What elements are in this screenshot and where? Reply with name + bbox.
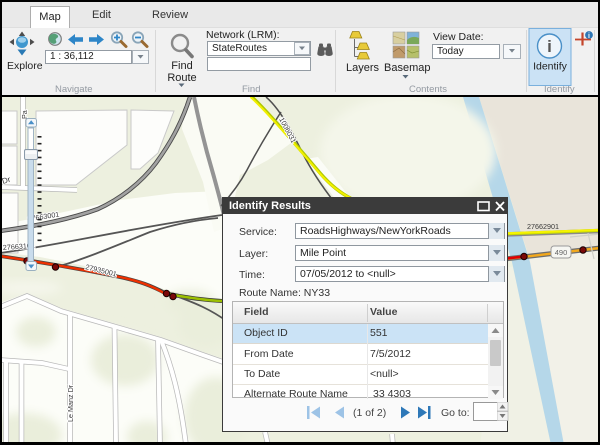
svg-text:i: i: [588, 33, 590, 40]
svg-text:Pa: Pa: [20, 110, 29, 119]
svg-text:Identify: Identify: [533, 61, 568, 73]
svg-text:Le Manz Dr: Le Manz Dr: [66, 384, 75, 422]
svg-text:490: 490: [555, 248, 568, 257]
svg-text:27662901: 27662901: [527, 222, 559, 231]
svg-text:i: i: [547, 37, 552, 56]
